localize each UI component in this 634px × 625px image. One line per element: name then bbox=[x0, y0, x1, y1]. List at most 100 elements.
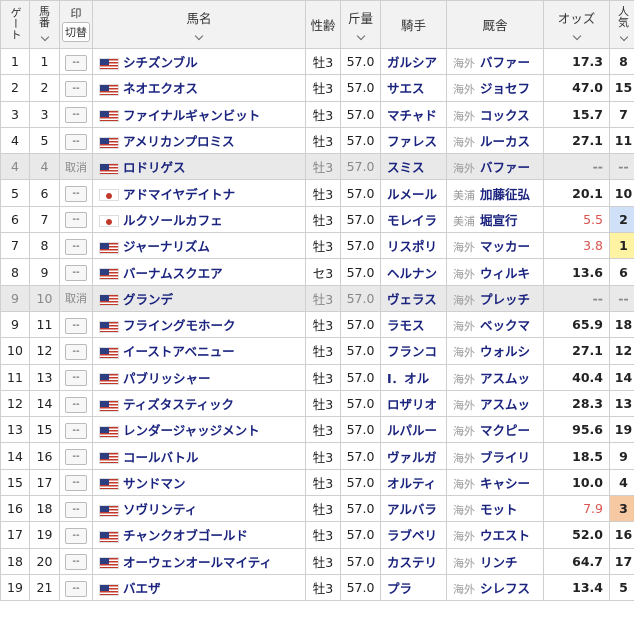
trainer-link[interactable]: 加藤征弘 bbox=[480, 187, 530, 202]
mark-select-button[interactable]: -- bbox=[65, 265, 87, 282]
jockey-link[interactable]: ファレス bbox=[387, 134, 437, 149]
mark-header: 印 切替 bbox=[59, 0, 93, 49]
jockey-link[interactable]: カステリ bbox=[387, 555, 437, 570]
horse-name-link[interactable]: フライングモホーク bbox=[123, 318, 236, 333]
jockey-link[interactable]: アルバラ bbox=[387, 502, 437, 517]
popularity-header[interactable]: 人 気 bbox=[609, 0, 634, 49]
mark-select-button[interactable]: -- bbox=[65, 449, 87, 466]
mark-select-button[interactable]: -- bbox=[65, 80, 87, 97]
mark-select-button[interactable]: -- bbox=[65, 238, 87, 255]
jockey-link[interactable]: サエス bbox=[387, 81, 425, 96]
jockey-cell: ガルシア bbox=[380, 47, 447, 76]
jockey-link[interactable]: ヘルナン bbox=[387, 266, 437, 281]
region-label: 海外 bbox=[453, 241, 475, 255]
trainer-link[interactable]: プレッチ bbox=[480, 292, 530, 307]
jockey-link[interactable]: ルパルー bbox=[387, 423, 437, 438]
trainer-link[interactable]: モット bbox=[480, 502, 518, 517]
jockey-link[interactable]: ロザリオ bbox=[387, 397, 437, 412]
jockey-link[interactable]: ガルシア bbox=[387, 55, 437, 70]
horse-name-link[interactable]: コールバトル bbox=[123, 450, 198, 465]
trainer-link[interactable]: ジョセフ bbox=[480, 81, 530, 96]
horse-name-link[interactable]: アメリカンプロミス bbox=[123, 134, 235, 149]
jockey-link[interactable]: オルティ bbox=[387, 476, 436, 491]
mark-select-button[interactable]: -- bbox=[65, 133, 87, 150]
trainer-link[interactable]: リンチ bbox=[480, 555, 518, 570]
horse-name-link[interactable]: ネオエクオス bbox=[123, 81, 198, 96]
jockey-link[interactable]: ヴェラス bbox=[387, 292, 437, 307]
horse-name-link[interactable]: イーストアベニュー bbox=[123, 344, 235, 359]
trainer-link[interactable]: 堀宣行 bbox=[480, 213, 518, 228]
mark-select-button[interactable]: -- bbox=[65, 475, 87, 492]
horse-name-link[interactable]: バエザ bbox=[123, 581, 161, 596]
horse-name-link[interactable]: アドマイヤデイトナ bbox=[123, 187, 235, 202]
horse-name-link[interactable]: ファイナルギャンビット bbox=[123, 108, 260, 123]
gate-cell: 15 bbox=[0, 468, 30, 497]
trainer-link[interactable]: コックス bbox=[480, 108, 530, 123]
horse-name-link[interactable]: ルクソールカフェ bbox=[123, 213, 223, 228]
number-header[interactable]: 馬 番 bbox=[29, 0, 60, 49]
mark-select-button[interactable]: -- bbox=[65, 343, 87, 360]
mark-select-button[interactable]: -- bbox=[65, 212, 87, 229]
odds-header[interactable]: オッズ bbox=[543, 0, 610, 49]
trainer-link[interactable]: バファー bbox=[480, 55, 530, 70]
horse-name-link[interactable]: ティズタスティック bbox=[123, 397, 234, 412]
trainer-link[interactable]: ウォルシ bbox=[480, 344, 530, 359]
mark-select-button[interactable]: -- bbox=[65, 527, 87, 544]
jockey-cell: リスポリ bbox=[380, 232, 447, 260]
trainer-link[interactable]: ベックマ bbox=[480, 318, 530, 333]
horse-name-link[interactable]: ロドリゲス bbox=[123, 160, 186, 175]
jockey-link[interactable]: モレイラ bbox=[387, 213, 437, 228]
mark-select-button[interactable]: -- bbox=[65, 501, 87, 518]
mark-select-button[interactable]: -- bbox=[65, 54, 87, 71]
mark-select-button[interactable]: -- bbox=[65, 317, 87, 334]
trainer-link[interactable]: マッカー bbox=[480, 239, 530, 254]
odds-cell: 65.9 bbox=[543, 310, 610, 339]
trainer-link[interactable]: アスムッ bbox=[480, 371, 530, 386]
jockey-link[interactable]: フランコ bbox=[387, 344, 437, 359]
trainer-link[interactable]: シレフス bbox=[480, 581, 530, 596]
chevron-down-icon bbox=[356, 31, 365, 40]
usa-flag-icon bbox=[99, 294, 119, 307]
trainer-link[interactable]: ウエスト bbox=[480, 528, 530, 543]
trainer-link[interactable]: ブライリ bbox=[480, 450, 530, 465]
trainer-link[interactable]: ウィルキ bbox=[480, 266, 530, 281]
gate-header[interactable]: ゲート bbox=[0, 0, 30, 49]
mark-select-button[interactable]: -- bbox=[65, 107, 87, 124]
chevron-down-icon bbox=[194, 31, 204, 40]
mark-select-button[interactable]: -- bbox=[65, 396, 87, 413]
horse-name-link[interactable]: シチズンブル bbox=[123, 55, 198, 70]
trainer-link[interactable]: キャシー bbox=[480, 476, 530, 491]
jockey-link[interactable]: スミス bbox=[387, 160, 425, 175]
horse-header[interactable]: 馬名 bbox=[92, 0, 306, 49]
jockey-link[interactable]: プラ bbox=[387, 581, 412, 596]
jockey-link[interactable]: ラブベリ bbox=[387, 528, 437, 543]
jockey-link[interactable]: リスポリ bbox=[387, 239, 437, 254]
jockey-link[interactable]: I．オル bbox=[387, 371, 429, 386]
mark-select-button[interactable]: -- bbox=[65, 554, 87, 571]
jockey-link[interactable]: ラモス bbox=[387, 318, 425, 333]
horse-name-link[interactable]: ソヴリンティ bbox=[123, 502, 197, 517]
mark-select-button[interactable]: -- bbox=[65, 580, 87, 597]
trainer-cell: 海外 マクピー bbox=[446, 416, 544, 444]
mark-select-button[interactable]: -- bbox=[65, 186, 87, 203]
horse-name-link[interactable]: パブリッシャー bbox=[123, 371, 211, 386]
horse-name-link[interactable]: サンドマン bbox=[123, 476, 186, 491]
jockey-link[interactable]: ルメール bbox=[387, 187, 437, 202]
trainer-link[interactable]: マクピー bbox=[480, 423, 530, 438]
jockey-link[interactable]: ヴァルガ bbox=[387, 450, 437, 465]
trainer-link[interactable]: バファー bbox=[480, 160, 530, 175]
mark-toggle-button[interactable]: 切替 bbox=[62, 21, 90, 42]
jockey-link[interactable]: マチャド bbox=[387, 108, 437, 123]
horse-name-link[interactable]: レンダージャッジメント bbox=[123, 423, 260, 438]
horse-name-link[interactable]: グランデ bbox=[123, 292, 173, 307]
horse-name-link[interactable]: チャンクオブゴールド bbox=[123, 528, 248, 543]
horse-name-link[interactable]: オーウェンオールマイティ bbox=[123, 555, 272, 570]
mark-select-button[interactable]: -- bbox=[65, 422, 87, 439]
weight-header[interactable]: 斤量 bbox=[340, 0, 381, 49]
odds-value: 65.9 bbox=[572, 317, 603, 333]
trainer-link[interactable]: ルーカス bbox=[480, 134, 530, 149]
horse-name-link[interactable]: ジャーナリズム bbox=[123, 239, 210, 254]
horse-name-link[interactable]: バーナムスクエア bbox=[123, 266, 223, 281]
mark-select-button[interactable]: -- bbox=[65, 370, 87, 387]
trainer-link[interactable]: アスムッ bbox=[480, 397, 530, 412]
